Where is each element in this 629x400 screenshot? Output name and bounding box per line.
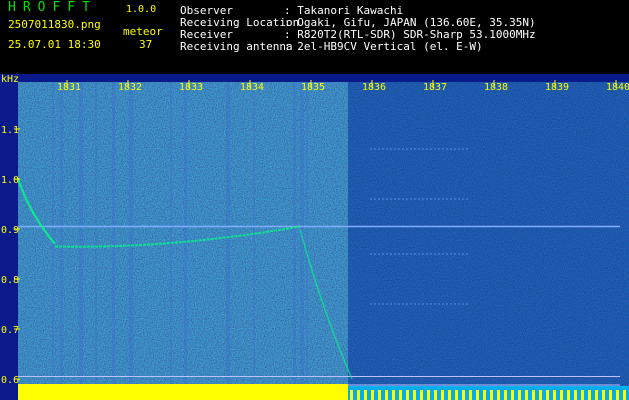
freq-tick-label: 0.6 xyxy=(1,375,19,386)
noise-stripe xyxy=(129,82,133,387)
noise-floor-spike xyxy=(511,390,514,400)
antenna-value: : 2el-HB9CV Vertical (el. E-W) xyxy=(284,40,483,53)
noise-floor-spike xyxy=(462,390,465,400)
noise-floor-spike xyxy=(420,390,423,400)
time-tick-label: 1833 xyxy=(179,82,203,93)
noise-stripe xyxy=(52,82,54,387)
time-tick-label: 1836 xyxy=(362,82,386,93)
noise-floor-spike xyxy=(525,390,528,400)
spectrogram: 1831 1832 1833 1834 1835 1836 1837 1838 1839 1840… xyxy=(0,74,629,400)
noise-floor-spike xyxy=(385,390,388,400)
noise-floor-spike xyxy=(504,390,507,400)
meteor-count-label: meteor xyxy=(123,25,163,38)
time-tick-label: 1840 xyxy=(606,82,629,93)
noise-floor-spike xyxy=(546,390,549,400)
noise-floor-spike xyxy=(413,390,416,400)
noise-floor-spike xyxy=(616,390,619,400)
noise-floor-spike xyxy=(406,390,409,400)
noise-stripe xyxy=(306,82,308,387)
noise-floor-spike xyxy=(483,390,486,400)
noise-floor-spike xyxy=(497,390,500,400)
noise-floor-spike xyxy=(567,390,570,400)
noise-floor-spike xyxy=(427,390,430,400)
noise-floor-spike xyxy=(448,390,451,400)
version-label: 1.0.0 xyxy=(126,4,157,15)
noise-floor-active xyxy=(18,384,348,400)
time-tick-label: 1838 xyxy=(484,82,508,93)
noise-floor-spike xyxy=(532,390,535,400)
noise-floor-spike xyxy=(392,390,395,400)
noise-stripe xyxy=(79,82,83,387)
time-tick-label: 1835 xyxy=(301,82,325,93)
noise-floor-spike xyxy=(378,390,381,400)
y-axis-unit: kHz xyxy=(1,74,20,85)
noise-stripe xyxy=(170,82,172,387)
noise-floor-spike xyxy=(455,390,458,400)
freq-tick-label: 1.1 xyxy=(1,125,19,136)
time-tick-label: 1834 xyxy=(240,82,264,93)
noise-floor-spike xyxy=(581,390,584,400)
noise-floor-spike xyxy=(588,390,591,400)
noise-floor-spike xyxy=(469,390,472,400)
noise-floor-bar xyxy=(18,384,629,400)
noise-floor-spike xyxy=(434,390,437,400)
noise-floor-spike xyxy=(357,390,360,400)
noise-floor-spike xyxy=(364,390,367,400)
spectrogram-panel: 1831 1832 1833 1834 1835 1836 1837 1838 1839 1840… xyxy=(0,74,629,400)
time-tick-label: 1839 xyxy=(545,82,569,93)
noise-stripe xyxy=(112,82,115,387)
time-tick-label: 1832 xyxy=(118,82,142,93)
noise-stripe xyxy=(226,82,230,387)
noise-floor-spike xyxy=(399,390,402,400)
noise-stripe xyxy=(60,82,63,387)
antenna-label: Receiving antenna xyxy=(180,40,293,53)
freq-tick-label: 0.9 xyxy=(1,225,19,236)
noise-floor-spike xyxy=(476,390,479,400)
noise-floor-spike xyxy=(560,390,563,400)
freq-tick-label: 0.8 xyxy=(1,275,19,286)
noise-stripe xyxy=(95,82,97,387)
time-tick-label: 1837 xyxy=(423,82,447,93)
noise-floor-spike xyxy=(490,390,493,400)
freq-tick-label: 1.0 xyxy=(1,175,19,186)
noise-floor-spike xyxy=(371,390,374,400)
noise-floor-spike xyxy=(441,390,444,400)
noise-floor-spike xyxy=(350,390,353,400)
brand-title: HROFFT xyxy=(8,0,97,15)
active-noise-region xyxy=(18,82,348,387)
noise-floor-spike xyxy=(518,390,521,400)
quiet-noise-region xyxy=(348,82,629,387)
date-time: 25.07.01 18:30 xyxy=(8,38,101,51)
noise-floor-spike xyxy=(553,390,556,400)
noise-floor-spike xyxy=(623,390,626,400)
meteor-count-value: 37 xyxy=(139,38,153,51)
freq-tick-label: 0.7 xyxy=(1,325,19,336)
time-tick-label: 1831 xyxy=(57,82,81,93)
noise-floor-spike xyxy=(609,390,612,400)
noise-stripe xyxy=(184,82,187,387)
noise-floor-spike xyxy=(602,390,605,400)
file-name: 2507011830.png xyxy=(8,18,101,31)
noise-floor-spike xyxy=(539,390,542,400)
noise-stripe xyxy=(293,82,296,387)
noise-floor-spike xyxy=(574,390,577,400)
noise-floor-spike xyxy=(595,390,598,400)
